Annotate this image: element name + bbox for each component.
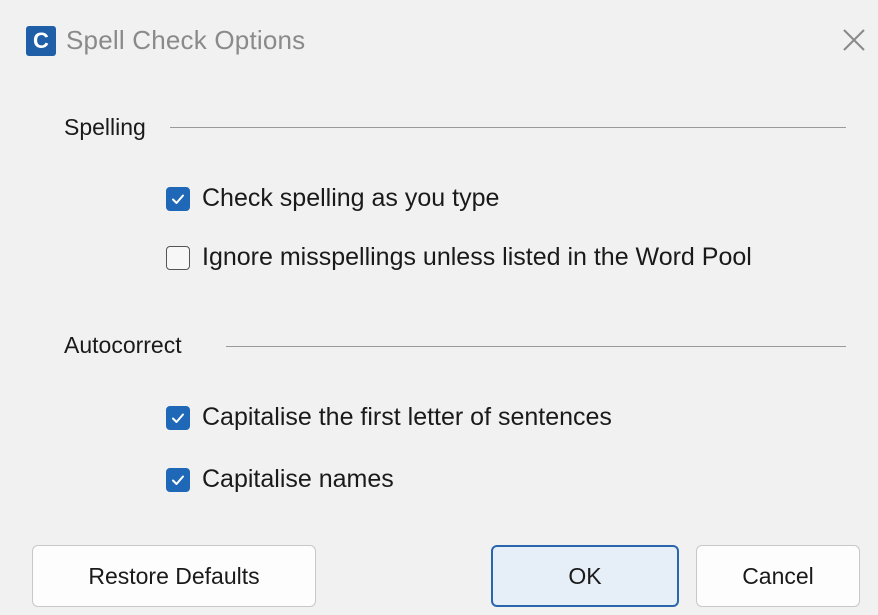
checkmark-icon [172,475,184,485]
autocorrect-section-header: Autocorrect [64,332,182,358]
title-bar: C Spell Check Options [0,0,878,82]
autocorrect-divider [226,346,846,347]
restore-defaults-button[interactable]: Restore Defaults [32,545,316,607]
app-logo-icon: C [26,26,56,56]
check-spelling-as-you-type-option[interactable]: Check spelling as you type [166,184,499,213]
capitalise-first-letter-checkbox[interactable] [166,405,190,430]
capitalise-names-checkbox[interactable] [166,467,190,492]
check-spelling-label: Check spelling as you type [202,184,500,212]
ignore-misspellings-label: Ignore misspellings unless listed in the… [202,243,752,271]
close-icon [843,29,865,51]
cancel-button[interactable]: Cancel [696,545,860,607]
capitalise-first-letter-option[interactable]: Capitalise the first letter of sentences [166,403,612,432]
capitalise-names-option[interactable]: Capitalise names [166,465,394,494]
close-button[interactable] [836,22,872,58]
ignore-misspellings-option[interactable]: Ignore misspellings unless listed in the… [166,243,752,272]
dialog-title: Spell Check Options [66,25,306,55]
capitalise-first-letter-label: Capitalise the first letter of sentences [202,403,612,431]
checkmark-icon [172,413,184,423]
spelling-divider [170,127,846,128]
ok-button[interactable]: OK [491,545,679,607]
ignore-misspellings-checkbox[interactable] [166,245,190,270]
check-spelling-checkbox[interactable] [166,186,190,211]
spelling-section-header: Spelling [64,114,146,140]
capitalise-names-label: Capitalise names [202,465,394,493]
checkmark-icon [172,194,184,204]
